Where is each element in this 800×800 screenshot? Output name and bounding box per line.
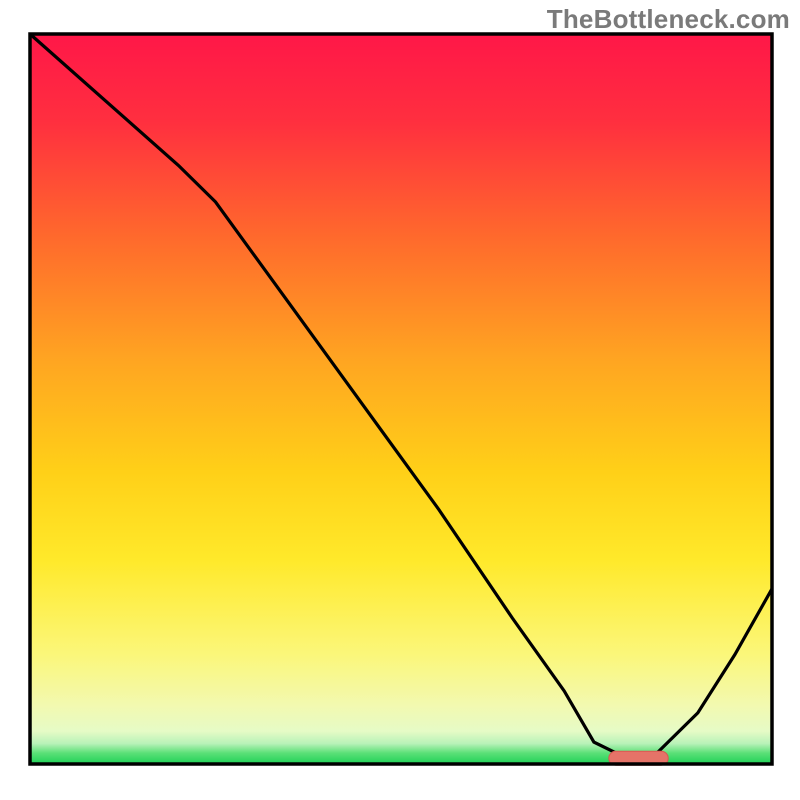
bottleneck-chart (0, 0, 800, 800)
watermark-text: TheBottleneck.com (547, 4, 790, 35)
plot-background (30, 34, 772, 764)
chart-stage: TheBottleneck.com (0, 0, 800, 800)
